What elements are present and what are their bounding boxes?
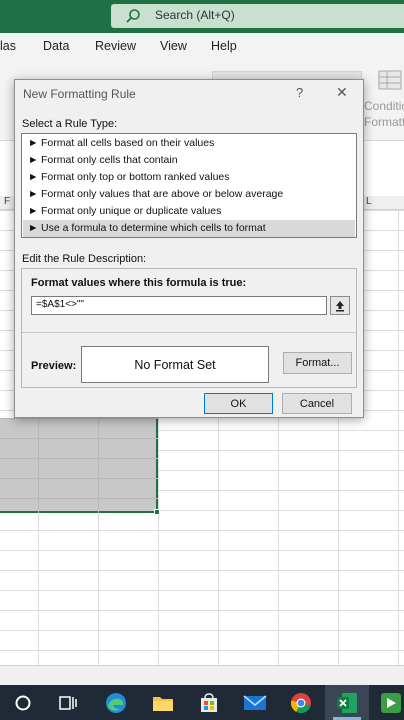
rule-type-label: Format only top or bottom ranked values [41, 171, 230, 183]
rule-type-item[interactable]: ► Format all cells based on their values [23, 135, 355, 152]
help-icon[interactable]: ? [296, 85, 303, 100]
tab-help[interactable]: Help [211, 39, 237, 53]
rule-type-item[interactable]: ► Format only top or bottom ranked values [23, 169, 355, 186]
collapse-dialog-button[interactable] [330, 296, 350, 315]
rule-type-item[interactable]: ► Format only cells that contain [23, 152, 355, 169]
format-button[interactable]: Format... [283, 352, 352, 374]
mail-icon[interactable] [242, 690, 268, 716]
tab-view[interactable]: View [160, 39, 187, 53]
edit-rule-description-label: Edit the Rule Description: [22, 253, 147, 265]
formula-label: Format values where this formula is true… [31, 277, 247, 289]
rule-type-label: Format only values that are above or bel… [41, 188, 284, 200]
fill-handle[interactable] [154, 509, 160, 515]
title-bar: Search (Alt+Q) [0, 0, 404, 33]
sheet-tab-bar [0, 665, 404, 685]
column-header-l[interactable]: L [366, 196, 372, 207]
excel-icon[interactable] [334, 690, 360, 716]
rule-type-item[interactable]: ► Format only values that are above or be… [23, 186, 355, 203]
chrome-icon[interactable] [288, 690, 314, 716]
cancel-button[interactable]: Cancel [282, 393, 352, 414]
search-icon [126, 9, 140, 23]
rule-type-label: Format all cells based on their values [41, 137, 215, 149]
edge-icon[interactable] [103, 690, 129, 716]
arrow-right-icon: ► [28, 154, 39, 166]
divider [22, 332, 356, 333]
rule-description-panel: Format values where this formula is true… [21, 268, 357, 388]
arrow-right-icon: ► [28, 188, 39, 200]
excel-window: Search (Alt+Q) las Data Review View Help… [0, 0, 404, 720]
ribbon-tabs: las Data Review View Help [0, 33, 404, 61]
ok-button[interactable]: OK [204, 393, 273, 414]
camtasia-icon[interactable] [378, 690, 404, 716]
selected-range-gridlines [0, 418, 158, 513]
arrow-right-icon: ► [28, 171, 39, 183]
task-view-icon[interactable] [55, 690, 81, 716]
preview-label: Preview: [31, 360, 77, 372]
tab-review[interactable]: Review [95, 39, 136, 53]
tab-data[interactable]: Data [43, 39, 69, 53]
rule-type-label: Format only unique or duplicate values [41, 205, 222, 217]
rule-type-label: Use a formula to determine which cells t… [41, 222, 266, 234]
new-formatting-rule-dialog: New Formatting Rule ? ✕ Select a Rule Ty… [14, 79, 364, 418]
start-circle-icon[interactable] [10, 690, 36, 716]
arrow-right-icon: ► [28, 222, 39, 234]
store-icon[interactable] [196, 690, 222, 716]
dialog-title: New Formatting Rule [23, 87, 136, 101]
rule-type-label: Format only cells that contain [41, 154, 178, 166]
ribbon-conditional-label-1: Conditio [364, 99, 404, 113]
arrow-right-icon: ► [28, 137, 39, 149]
tab-formulas[interactable]: las [0, 39, 16, 53]
close-icon[interactable]: ✕ [336, 84, 348, 101]
search-placeholder: Search (Alt+Q) [155, 8, 235, 22]
preview-box: No Format Set [81, 346, 269, 383]
search-box[interactable]: Search (Alt+Q) [111, 4, 404, 28]
select-rule-type-label: Select a Rule Type: [22, 118, 118, 130]
conditional-formatting-icon[interactable] [378, 69, 404, 93]
file-explorer-icon[interactable] [150, 690, 176, 716]
rule-type-list[interactable]: ► Format all cells based on their values … [21, 133, 357, 238]
rule-type-item[interactable]: ► Format only unique or duplicate values [23, 203, 355, 220]
column-header-f[interactable]: F [4, 196, 10, 207]
range-select-icon [336, 300, 344, 311]
arrow-right-icon: ► [28, 205, 39, 217]
rule-type-item-selected[interactable]: ► Use a formula to determine which cells … [23, 220, 355, 237]
formula-input[interactable]: =$A$1<>"" [31, 296, 327, 315]
ribbon-conditional-label-2: Formattin [364, 115, 404, 129]
